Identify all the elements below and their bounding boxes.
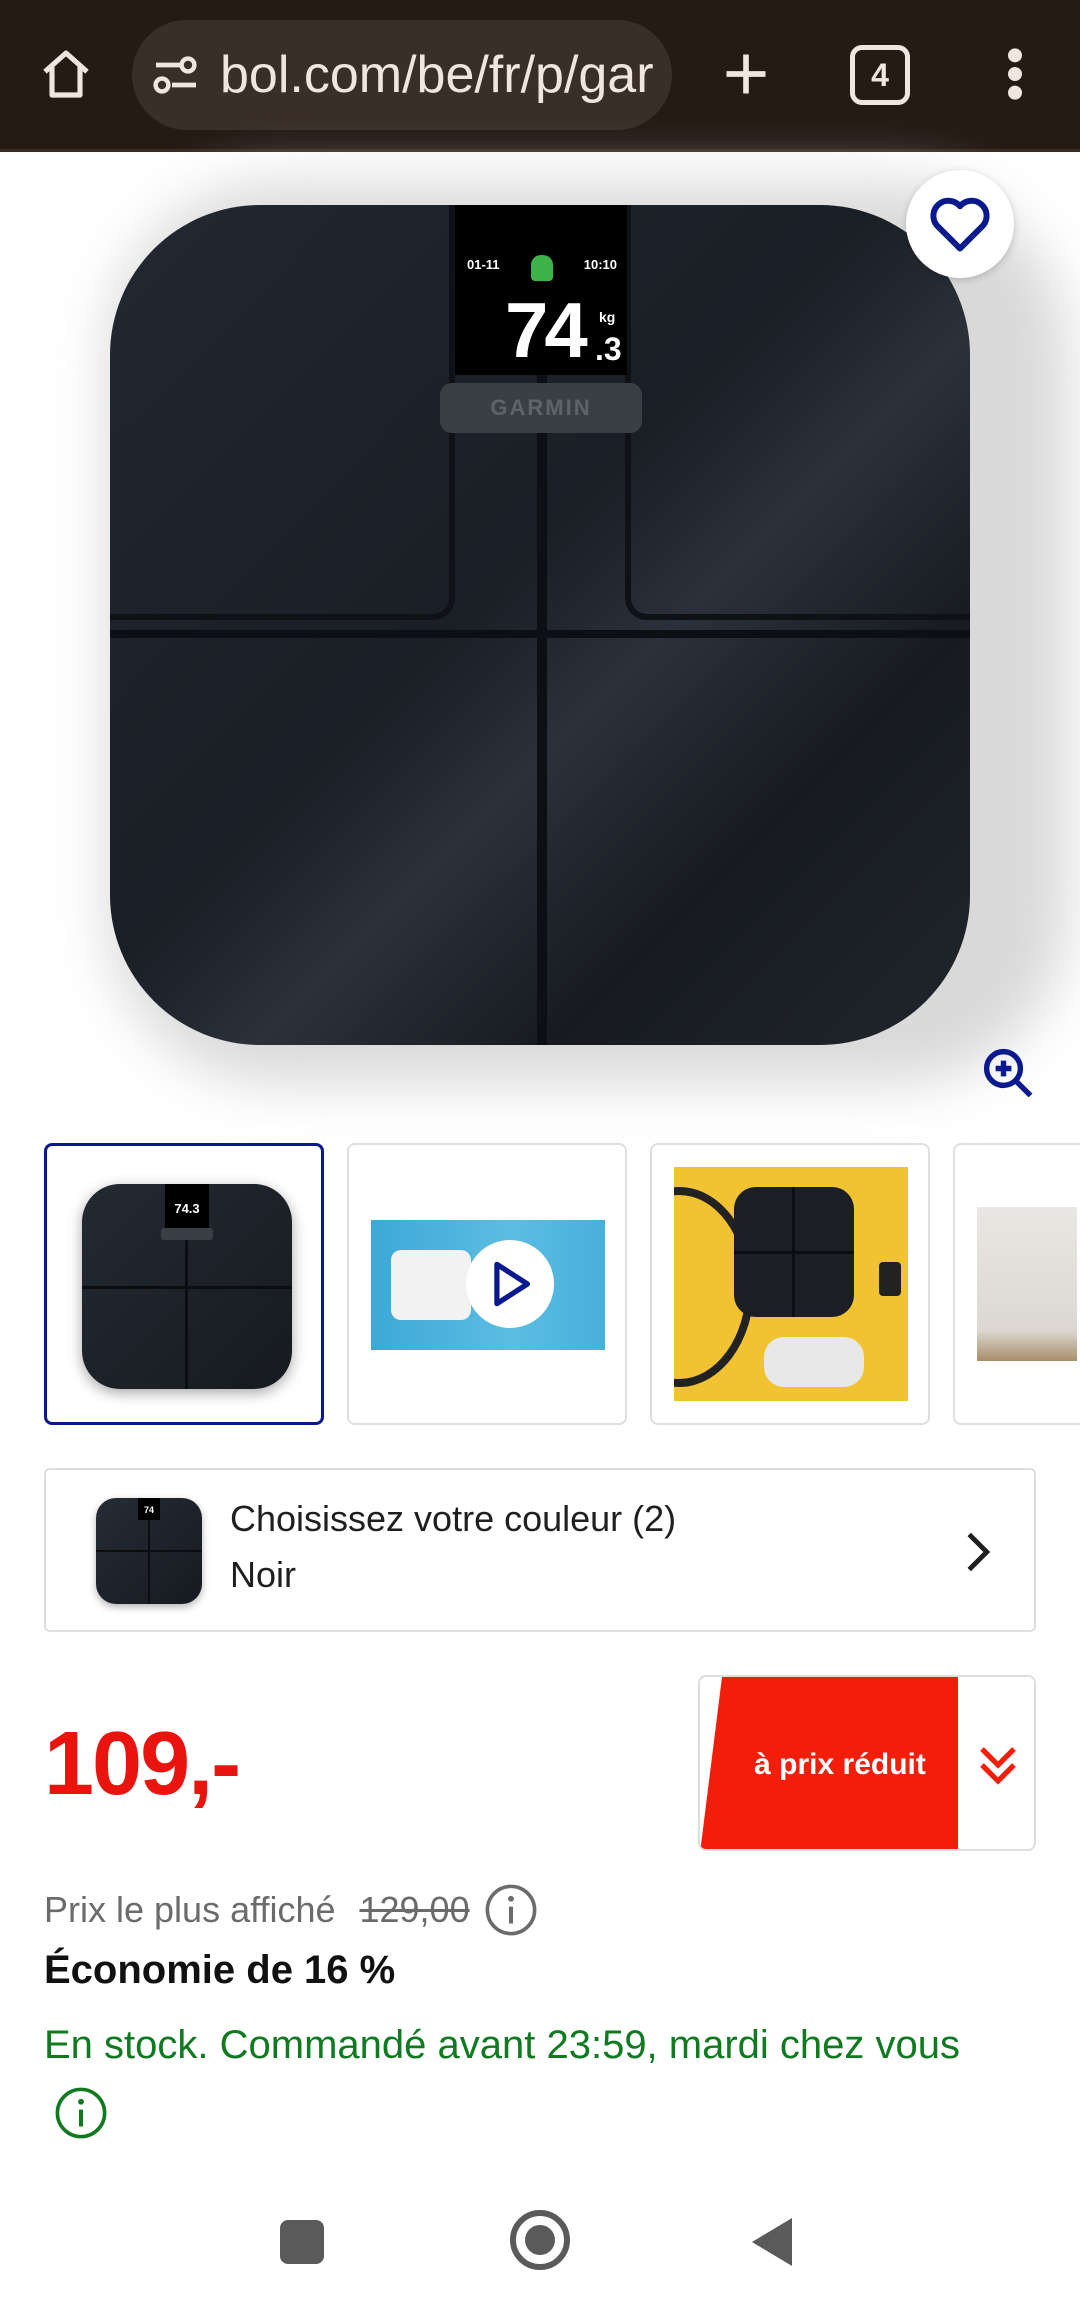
site-settings-icon bbox=[153, 56, 197, 94]
recents-icon[interactable] bbox=[280, 2220, 324, 2264]
scale-display: 01-11 10:10 74 kg .3 bbox=[455, 205, 627, 375]
home-icon bbox=[43, 50, 89, 98]
promo-label: à prix réduit bbox=[700, 1677, 958, 1849]
home-nav-icon[interactable] bbox=[510, 2210, 570, 2270]
thumbnail-1[interactable]: 74.3 bbox=[44, 1143, 324, 1425]
url-text: bol.com/be/fr/p/gar bbox=[220, 46, 654, 104]
thumbnail-3[interactable] bbox=[650, 1143, 930, 1425]
play-icon bbox=[494, 1261, 531, 1307]
stock-status: En stock. Commandé avant 23:59, mardi ch… bbox=[44, 2012, 1024, 2144]
tab-switcher-button[interactable]: 4 bbox=[850, 45, 910, 105]
display-unit: kg bbox=[599, 309, 616, 325]
colour-selector[interactable]: 74 Choisissez votre couleur (2) Noir bbox=[44, 1468, 1036, 1632]
plus-icon bbox=[726, 54, 766, 94]
display-time: 10:10 bbox=[583, 257, 617, 272]
colour-swatch-image: 74 bbox=[96, 1498, 202, 1604]
address-bar[interactable]: bol.com/be/fr/p/gar bbox=[132, 20, 672, 130]
info-icon[interactable] bbox=[484, 1883, 538, 1937]
browser-toolbar: bol.com/be/fr/p/gar 4 bbox=[0, 0, 1080, 152]
thumbnail-video[interactable] bbox=[347, 1143, 627, 1425]
tab-count: 4 bbox=[871, 56, 889, 93]
back-icon[interactable] bbox=[752, 2218, 792, 2266]
thumbnail-strip: 74.3 bbox=[44, 1143, 1080, 1425]
was-price-label: Prix le plus affiché bbox=[44, 1889, 336, 1930]
was-price-row: Prix le plus affiché 129,00 bbox=[44, 1880, 538, 1940]
thumbnail-4[interactable] bbox=[953, 1143, 1080, 1425]
favorite-button[interactable] bbox=[906, 170, 1014, 278]
display-decimal: .3 bbox=[595, 331, 622, 367]
double-chevron-down-icon bbox=[958, 1677, 1034, 1849]
system-navigation-bar bbox=[0, 2180, 1080, 2304]
brand-logo: GARMIN bbox=[440, 383, 642, 433]
colour-selector-title: Choisissez votre couleur (2) bbox=[230, 1498, 677, 1539]
person-icon bbox=[531, 255, 553, 281]
saving-text: Économie de 16 % bbox=[44, 1948, 396, 1992]
stock-info-icon[interactable] bbox=[54, 2086, 108, 2140]
zoom-button[interactable] bbox=[980, 1045, 1036, 1101]
scale-image: 01-11 10:10 74 kg .3 GARMIN bbox=[110, 205, 970, 1045]
zoom-in-icon bbox=[983, 1048, 1033, 1098]
was-price: 129,00 bbox=[359, 1889, 470, 1930]
more-vert-icon bbox=[1008, 48, 1022, 100]
product-main-image[interactable]: 01-11 10:10 74 kg .3 GARMIN bbox=[44, 153, 1068, 1083]
promo-badge[interactable]: à prix réduit bbox=[698, 1675, 1036, 1851]
play-button bbox=[466, 1240, 554, 1328]
chevron-right-icon bbox=[948, 1522, 1008, 1582]
display-weight: 74 bbox=[505, 286, 588, 374]
browser-menu-button[interactable] bbox=[980, 38, 1050, 110]
price: 109,- bbox=[44, 1714, 241, 1814]
colour-selector-value: Noir bbox=[230, 1554, 297, 1595]
heart-icon bbox=[930, 197, 990, 252]
stock-text: En stock. Commandé avant 23:59, mardi ch… bbox=[44, 2023, 961, 2067]
new-tab-button[interactable] bbox=[710, 38, 782, 110]
display-date: 01-11 bbox=[467, 257, 500, 272]
home-button[interactable] bbox=[30, 38, 102, 110]
